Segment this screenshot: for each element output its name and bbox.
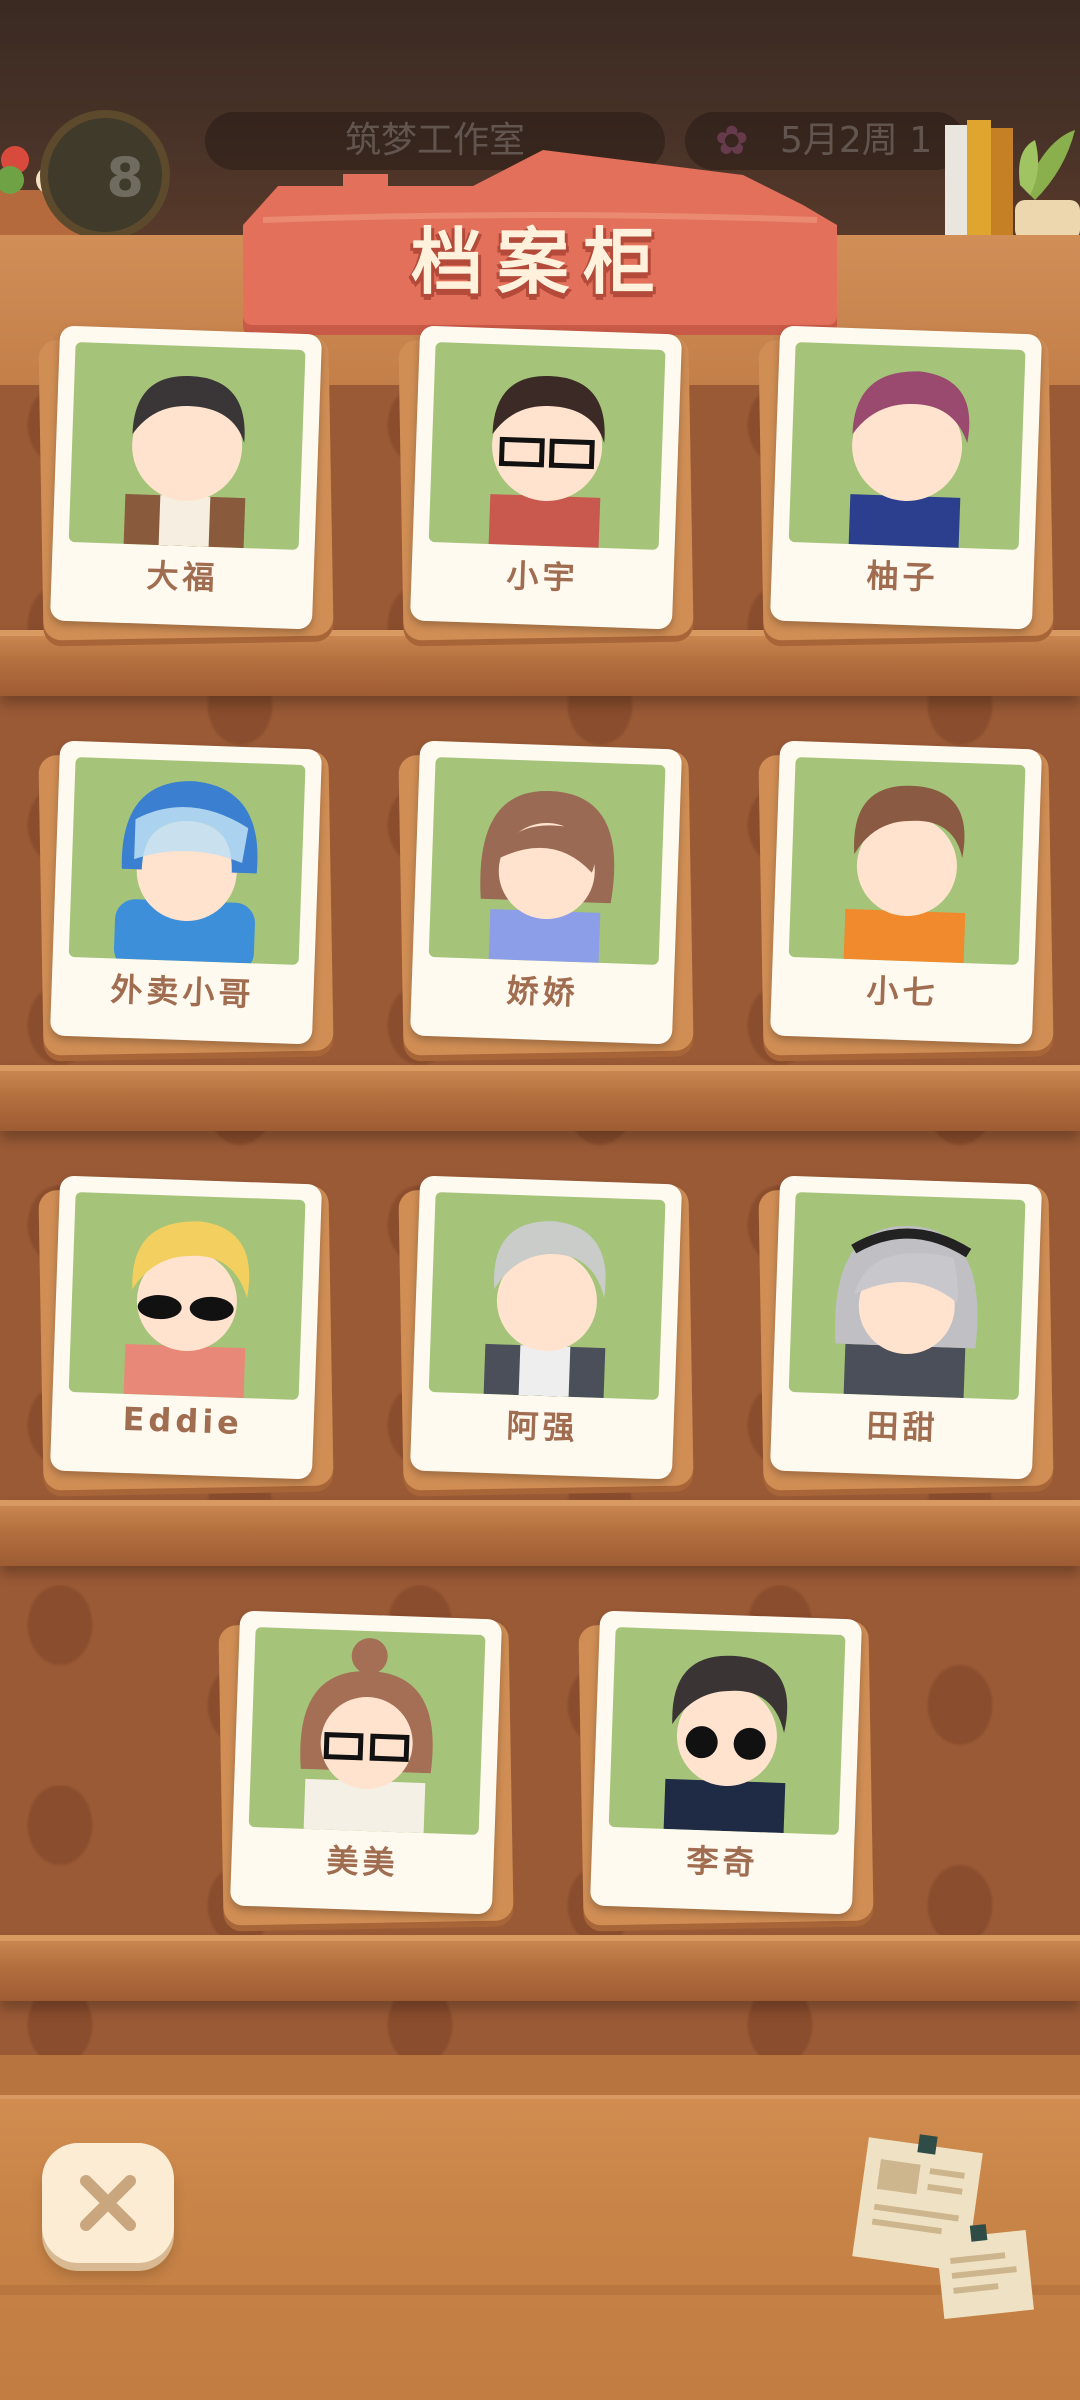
- character-card[interactable]: 柚子: [758, 325, 1054, 641]
- avatar-dafu-icon: [68, 342, 306, 550]
- shelf-board: [0, 1935, 1080, 2001]
- character-name: 李奇: [685, 1841, 760, 1883]
- shelf-board: [0, 1065, 1080, 1131]
- character-card[interactable]: 美美: [218, 1610, 514, 1926]
- character-card[interactable]: 娇娇: [398, 740, 694, 1056]
- avatar-youzi-icon: [788, 342, 1026, 550]
- avatar-aqiang-icon: [428, 1192, 666, 1400]
- character-name: 小宇: [505, 556, 580, 598]
- level-number: 8: [106, 146, 144, 209]
- plant-icon: [1015, 130, 1080, 240]
- character-card[interactable]: Eddie: [38, 1175, 334, 1491]
- character-name: 美美: [325, 1841, 400, 1883]
- character-card[interactable]: 小宇: [398, 325, 694, 641]
- card-photo: 娇娇: [409, 740, 683, 1045]
- card-photo: 外卖小哥: [49, 740, 323, 1045]
- avatar-xiaoqi-icon: [788, 757, 1026, 965]
- card-photo: 李奇: [589, 1610, 863, 1915]
- avatar-meimei-icon: [248, 1627, 486, 1835]
- character-card[interactable]: 外卖小哥: [38, 740, 334, 1056]
- card-photo: 美美: [229, 1610, 503, 1915]
- books-icon: [945, 120, 1013, 250]
- character-name: Eddie: [121, 1399, 244, 1443]
- character-name: 娇娇: [505, 971, 580, 1013]
- character-name: 柚子: [865, 556, 940, 598]
- level-badge: 8: [40, 110, 170, 240]
- avatar-delivery-icon: [68, 757, 306, 965]
- card-photo: 小七: [769, 740, 1043, 1045]
- shelf-board: [0, 1500, 1080, 1566]
- character-card[interactable]: 李奇: [578, 1610, 874, 1926]
- character-name: 大福: [145, 556, 220, 598]
- character-name: 外卖小哥: [109, 970, 256, 1014]
- card-photo: 田甜: [769, 1175, 1043, 1480]
- avatar-liqi-icon: [608, 1627, 846, 1835]
- character-card[interactable]: 阿强: [398, 1175, 694, 1491]
- close-icon: [80, 2175, 136, 2231]
- shelf-board: [0, 630, 1080, 696]
- card-photo: 大福: [49, 325, 323, 630]
- avatar-tiantian-icon: [788, 1192, 1026, 1400]
- notes-icon[interactable]: [840, 2125, 1040, 2325]
- page-title: 档案柜: [410, 220, 669, 304]
- character-name: 阿强: [505, 1406, 580, 1448]
- card-photo: Eddie: [49, 1175, 323, 1480]
- character-card[interactable]: 田甜: [758, 1175, 1054, 1491]
- avatar-eddie-icon: [68, 1192, 306, 1400]
- card-photo: 阿强: [409, 1175, 683, 1480]
- close-button[interactable]: [42, 2143, 174, 2263]
- avatar-jiaojiao-icon: [428, 757, 666, 965]
- avatar-xiaoyu-icon: [428, 342, 666, 550]
- character-card[interactable]: 小七: [758, 740, 1054, 1056]
- card-photo: 柚子: [769, 325, 1043, 630]
- character-name: 小七: [865, 971, 940, 1013]
- bottom-ledge: [0, 2055, 1080, 2099]
- character-name: 田甜: [865, 1406, 940, 1448]
- card-photo: 小宇: [409, 325, 683, 630]
- character-card[interactable]: 大福: [38, 325, 334, 641]
